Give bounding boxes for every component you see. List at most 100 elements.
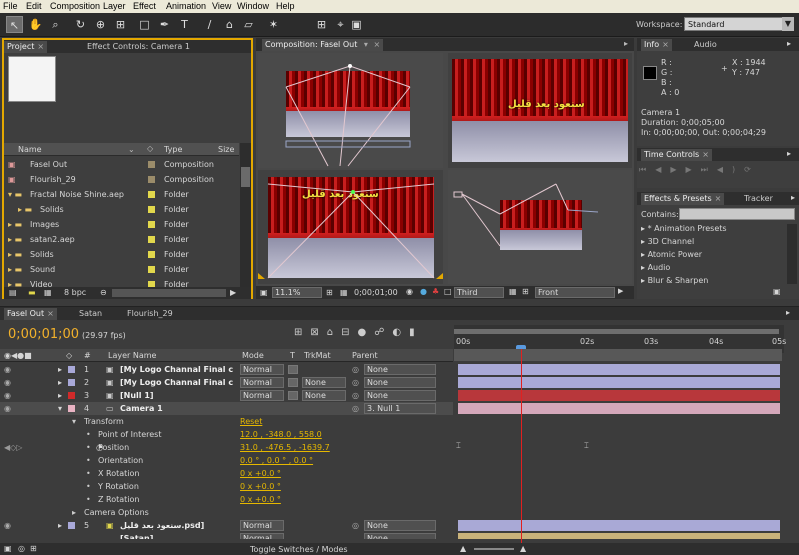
zoom-in-icon[interactable]: ▲ bbox=[520, 544, 526, 553]
trash-icon[interactable]: ⊖ bbox=[100, 288, 107, 297]
timeline-timecode[interactable]: 0;00;01;00 bbox=[8, 327, 79, 342]
pickwhip-icon[interactable]: ◎ bbox=[352, 402, 359, 415]
expand-arrow-icon[interactable]: ▸ bbox=[58, 519, 62, 532]
tab-effect-controls[interactable]: Effect Controls: Camera 1 bbox=[84, 41, 193, 53]
rectangle-tool-icon[interactable]: □ bbox=[136, 16, 153, 33]
layer-name[interactable]: [Satan] bbox=[120, 532, 153, 539]
effects-search-input[interactable] bbox=[679, 208, 795, 220]
tab-audio[interactable]: Audio bbox=[691, 39, 720, 51]
effects-category[interactable]: ▸ Audio bbox=[641, 263, 670, 272]
channel-icon[interactable]: ● bbox=[420, 287, 427, 296]
workspace-select[interactable]: Standard bbox=[684, 17, 794, 31]
expand-arrow-icon[interactable]: ▸ bbox=[58, 389, 62, 402]
close-icon[interactable]: × bbox=[662, 40, 669, 49]
region-icon[interactable]: □ bbox=[444, 287, 452, 296]
keyframe-icon[interactable]: ⌶ bbox=[584, 441, 589, 451]
tab-satan[interactable]: Satan bbox=[76, 308, 105, 320]
label-swatch[interactable] bbox=[148, 161, 155, 168]
preserve-transparency-checkbox[interactable] bbox=[288, 365, 298, 374]
panel-menu-icon[interactable]: ▸ bbox=[787, 39, 791, 48]
project-item[interactable]: ▸ ▬ satan2.aep Folder bbox=[4, 232, 239, 247]
visibility-eye-icon[interactable]: ◉ bbox=[4, 363, 11, 376]
fast-preview-icon[interactable]: ▦ bbox=[509, 287, 517, 296]
expand-icon[interactable]: ◎ bbox=[18, 544, 25, 553]
close-icon[interactable]: × bbox=[373, 40, 380, 49]
visibility-eye-icon[interactable]: ◉ bbox=[4, 519, 11, 532]
new-preset-icon[interactable]: ▣ bbox=[773, 287, 781, 296]
view-bottom-left[interactable]: ﺳﻨﻌﻮﺩ ﺑﻌﺪ ﻗﻠﻴﻞ bbox=[258, 170, 443, 284]
panel-menu-icon[interactable]: ▸ bbox=[787, 149, 791, 158]
camera-snapshot-icon[interactable]: ◉ bbox=[406, 287, 413, 296]
pickwhip-icon[interactable]: ◎ bbox=[352, 389, 359, 402]
label-swatch[interactable] bbox=[68, 522, 75, 529]
label-swatch[interactable] bbox=[148, 206, 155, 213]
pan-behind-tool-icon[interactable]: ⊞ bbox=[112, 16, 129, 33]
layer-duration-bar[interactable] bbox=[458, 390, 780, 401]
layer-duration-bar[interactable] bbox=[458, 403, 780, 414]
label-swatch[interactable] bbox=[68, 366, 75, 373]
timeline-switch-icons[interactable]: ⊞⊠⌂⊟●☍◐▮ bbox=[294, 327, 444, 341]
effects-category[interactable]: ▸ Blur & Sharpen bbox=[641, 276, 708, 285]
tab-effects-presets[interactable]: Effects & Presets × bbox=[641, 193, 725, 205]
mode-select[interactable]: Normal bbox=[240, 364, 284, 375]
property-row[interactable]: ◀◇▷ ◔ • Position 31.0 , -476.5 , -1639.7 bbox=[0, 441, 453, 454]
zoom-select[interactable]: 11.1% bbox=[272, 287, 322, 298]
label-column-icon[interactable]: ◇ bbox=[66, 351, 72, 360]
new-folder-icon[interactable]: ▬ bbox=[28, 288, 36, 297]
scroll-right-icon[interactable]: ▶ bbox=[230, 288, 236, 297]
workspace-dropdown-icon[interactable]: ▼ bbox=[782, 17, 794, 31]
project-item[interactable]: ▣ Fasel Out Composition bbox=[4, 157, 239, 172]
puppet-pin-tool-icon[interactable]: ✶ bbox=[265, 16, 282, 33]
project-item[interactable]: ▸ ▬ Images Folder bbox=[4, 217, 239, 232]
project-item[interactable]: ▾ ▬ Fractal Noise Shine.aep Folder bbox=[4, 187, 239, 202]
layer-row[interactable]: ◉ ▸ 5 ▣ ﺳﻨﻌﻮﺩ ﺑﻌﺪ ﻗﻠﻴﻞ.psd] Normal ◎ None bbox=[0, 519, 453, 532]
column-size[interactable]: Size bbox=[218, 145, 234, 154]
viewer-timecode[interactable]: 0;00;01;00 bbox=[354, 288, 398, 297]
property-value[interactable]: 0.0 ° , 0.0 ° , 0.0 ° bbox=[240, 454, 313, 467]
mode-select[interactable]: Normal bbox=[240, 533, 284, 539]
layer-duration-bar[interactable] bbox=[458, 533, 780, 539]
orbit-camera-tool-icon[interactable]: ⊕ bbox=[92, 16, 109, 33]
menu-animation[interactable]: Animation bbox=[166, 1, 206, 11]
parent-select[interactable]: None bbox=[364, 533, 436, 539]
color-channel-icon[interactable]: ♣ bbox=[432, 287, 439, 296]
layer-duration-bar[interactable] bbox=[458, 520, 780, 531]
project-scroll-thumb[interactable] bbox=[241, 167, 250, 187]
property-value[interactable]: Reset bbox=[240, 415, 262, 428]
property-row[interactable]: • Point of Interest 12.0 , -348.0 , 558.0 bbox=[0, 428, 453, 441]
work-area-bar[interactable] bbox=[454, 329, 779, 334]
tab-project[interactable]: Project × bbox=[4, 41, 48, 53]
playhead-line[interactable] bbox=[521, 349, 522, 545]
axis-mode-icon[interactable]: ⊞ bbox=[313, 16, 330, 33]
property-row[interactable]: ▸ Camera Options bbox=[0, 506, 453, 519]
new-composition-icon[interactable]: ▦ bbox=[44, 288, 52, 297]
view-resolution-select[interactable]: Third bbox=[454, 287, 504, 298]
type-tool-icon[interactable]: T bbox=[176, 16, 193, 33]
menu-window[interactable]: Window bbox=[237, 1, 269, 11]
label-swatch[interactable] bbox=[68, 379, 75, 386]
column-number[interactable]: # bbox=[84, 351, 91, 360]
view-bottom-right[interactable] bbox=[448, 170, 632, 284]
parent-select[interactable]: None bbox=[364, 377, 436, 388]
project-item[interactable]: ▣ Flourish_29 Composition bbox=[4, 172, 239, 187]
snapshot-icon[interactable]: ▦ bbox=[340, 288, 348, 297]
tab-composition[interactable]: Composition: Fasel Out ▾ × bbox=[262, 39, 384, 51]
playback-buttons[interactable]: ⏮◀▶▶⏭◀)⟳ bbox=[639, 165, 795, 178]
menu-help[interactable]: Help bbox=[276, 1, 295, 11]
expand-arrow-icon[interactable]: ▾ bbox=[58, 402, 62, 415]
label-swatch[interactable] bbox=[68, 405, 75, 412]
visibility-eye-icon[interactable]: ◉ bbox=[4, 402, 11, 415]
grid-icon[interactable]: ⊞ bbox=[326, 288, 333, 297]
tab-tracker[interactable]: Tracker bbox=[741, 193, 776, 205]
label-swatch[interactable] bbox=[148, 191, 155, 198]
parent-select[interactable]: None bbox=[364, 364, 436, 375]
layer-name[interactable]: ﺳﻨﻌﻮﺩ ﺑﻌﺪ ﻗﻠﻴﻞ.psd] bbox=[120, 519, 204, 532]
column-t[interactable]: T bbox=[290, 351, 295, 360]
mode-select[interactable]: Normal bbox=[240, 377, 284, 388]
effects-category[interactable]: ▸ * Animation Presets bbox=[641, 224, 727, 233]
av-features-icon[interactable]: ◉◀●■ bbox=[4, 351, 32, 360]
brush-tool-icon[interactable]: ∕ bbox=[201, 16, 218, 33]
horizontal-scrollbar[interactable] bbox=[112, 289, 226, 297]
parent-select[interactable]: 3. Null 1 bbox=[364, 403, 436, 414]
close-icon[interactable]: × bbox=[47, 309, 54, 318]
